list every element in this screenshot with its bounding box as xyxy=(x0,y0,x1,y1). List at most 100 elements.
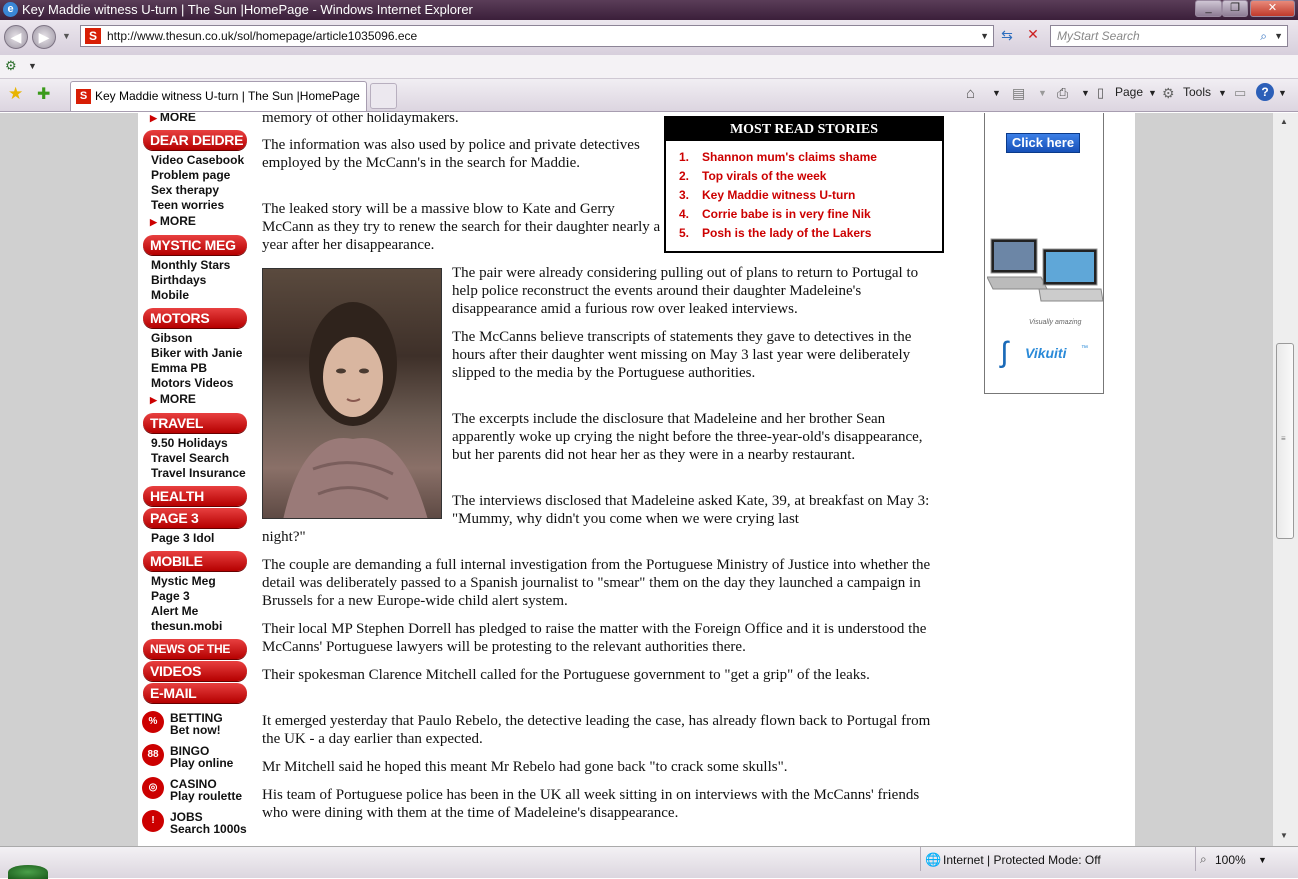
nav-link[interactable]: Alert Me xyxy=(151,604,198,618)
add-on-icon[interactable]: ⚙ xyxy=(5,58,17,74)
nav-section-news-of-the-world[interactable]: NEWS OF THE WORLD xyxy=(143,639,247,676)
print-dropdown-icon[interactable]: ▼ xyxy=(1081,88,1090,98)
nav-section-email-alerts[interactable]: E-MAIL ALERTS xyxy=(143,683,247,721)
page-menu[interactable]: Page xyxy=(1115,85,1143,99)
most-read-link[interactable]: Top virals of the week xyxy=(702,169,826,183)
most-read-link[interactable]: Key Maddie witness U-turn xyxy=(702,188,855,202)
article-paragraph: The interviews disclosed that Madeleine … xyxy=(452,493,930,527)
nav-link[interactable]: Page 3 Idol xyxy=(151,531,214,545)
nav-link[interactable]: Sex therapy xyxy=(151,183,219,197)
stop-icon[interactable]: ✕ xyxy=(1022,26,1044,46)
tab-active[interactable]: S Key Maddie witness U-turn | The Sun |H… xyxy=(70,81,367,111)
help-icon[interactable]: ? xyxy=(1256,83,1274,101)
nav-link[interactable]: Video Casebook xyxy=(151,153,244,167)
nav-link[interactable]: Teen worries xyxy=(151,198,224,212)
article-paragraph: The McCanns believe transcripts of state… xyxy=(452,329,912,381)
search-dropdown-icon[interactable]: ▼ xyxy=(1274,26,1283,46)
refresh-icon[interactable]: ⇆ xyxy=(996,27,1018,47)
bingo-icon[interactable]: 88 xyxy=(142,744,164,766)
article-paragraph: The excerpts include the disclosure that… xyxy=(452,411,923,463)
address-bar[interactable]: S http://www.thesun.co.uk/sol/homepage/a… xyxy=(80,25,994,47)
most-read-link[interactable]: Corrie babe is in very fine Nik xyxy=(702,207,871,221)
tab-bar: ★ ✚ S Key Maddie witness U-turn | The Su… xyxy=(0,79,1298,112)
scroll-up-icon[interactable]: ▲ xyxy=(1280,117,1288,126)
nav-link[interactable]: 9.50 Holidays xyxy=(151,436,228,450)
research-icon[interactable]: ▭ xyxy=(1234,85,1246,101)
nav-link[interactable]: Motors Videos xyxy=(151,376,233,390)
nav-link[interactable]: Travel Search xyxy=(151,451,229,465)
article-paragraph: The couple are demanding a full internal… xyxy=(262,557,931,609)
zoom-dropdown-icon[interactable]: ▼ xyxy=(1258,855,1267,865)
add-on-dropdown-icon[interactable]: ▼ xyxy=(28,61,37,71)
nav-section-travel[interactable]: TRAVEL xyxy=(143,413,247,433)
feeds-dropdown-icon[interactable]: ▼ xyxy=(1038,88,1047,98)
betting-icon[interactable]: % xyxy=(142,711,164,733)
nav-section-videos[interactable]: VIDEOS xyxy=(143,661,247,681)
nav-link[interactable]: Emma PB xyxy=(151,361,207,375)
zoom-icon: ⌕ xyxy=(1200,852,1207,866)
window-title: Key Maddie witness U-turn | The Sun |Hom… xyxy=(22,2,473,17)
jobs-icon[interactable]: ! xyxy=(142,810,164,832)
tools-dropdown-icon[interactable]: ▼ xyxy=(1218,88,1227,98)
recent-pages-icon[interactable]: ▼ xyxy=(62,31,71,41)
home-icon[interactable]: ⌂ xyxy=(966,85,975,102)
page-dropdown-icon[interactable]: ▼ xyxy=(1148,88,1157,98)
address-url: http://www.thesun.co.uk/sol/homepage/art… xyxy=(107,29,418,43)
minimize-button[interactable]: _ xyxy=(1195,0,1222,17)
nav-section-health[interactable]: HEALTH xyxy=(143,486,247,506)
help-dropdown-icon[interactable]: ▼ xyxy=(1278,88,1287,98)
scroll-down-icon[interactable]: ▼ xyxy=(1280,831,1288,840)
print-icon[interactable]: ⎙ xyxy=(1057,85,1068,102)
nav-more-link[interactable]: ▶ MORE xyxy=(150,214,196,228)
back-button[interactable]: ◀ xyxy=(4,25,28,49)
nav-link[interactable]: Biker with Janie xyxy=(151,346,242,360)
forward-button[interactable]: ▶ xyxy=(32,25,56,49)
nav-link[interactable]: Mystic Meg xyxy=(151,574,216,588)
nav-link[interactable]: Gibson xyxy=(151,331,192,345)
nav-link[interactable]: Mobile xyxy=(151,288,189,302)
home-dropdown-icon[interactable]: ▼ xyxy=(992,88,1001,98)
nav-more-link[interactable]: ▶ MORE xyxy=(150,392,196,406)
nav-link[interactable]: thesun.mobi xyxy=(151,619,222,633)
tools-menu[interactable]: Tools xyxy=(1183,85,1211,99)
promo-subtitle[interactable]: Play online xyxy=(170,756,233,770)
article-paragraph: His team of Portuguese police has been i… xyxy=(262,787,920,821)
promo-subtitle[interactable]: Play roulette xyxy=(170,789,242,803)
security-zone[interactable]: Internet | Protected Mode: Off xyxy=(943,853,1101,867)
most-read-link[interactable]: Shannon mum's claims shame xyxy=(702,150,877,164)
casino-icon[interactable]: ◎ xyxy=(142,777,164,799)
advertisement[interactable]: Click here Visually amazing ʃ Vikuiti ™ xyxy=(984,113,1104,394)
nav-section-mystic-meg[interactable]: MYSTIC MEG xyxy=(143,235,247,255)
new-tab-button[interactable] xyxy=(370,83,397,109)
nav-link[interactable]: Birthdays xyxy=(151,273,206,287)
nav-more-link[interactable]: ▶ MORE xyxy=(150,113,196,124)
search-icon[interactable]: ⌕ xyxy=(1260,26,1267,46)
nav-link[interactable]: Problem page xyxy=(151,168,230,182)
promo-subtitle[interactable]: Bet now! xyxy=(170,723,221,737)
close-button[interactable]: ✕ xyxy=(1250,0,1295,17)
maximize-button[interactable]: ❐ xyxy=(1222,0,1248,17)
search-input[interactable]: MyStart Search ⌕ ▼ xyxy=(1050,25,1288,47)
start-orb-icon[interactable] xyxy=(8,865,48,879)
nav-link[interactable]: Monthly Stars xyxy=(151,258,230,272)
laptops-image xyxy=(987,238,1103,302)
vertical-scrollbar[interactable]: ▲ ≡ ▼ xyxy=(1272,113,1298,846)
article-paragraph: Their local MP Stephen Dorrell has pledg… xyxy=(262,621,927,655)
nav-section-dear-deidre[interactable]: DEAR DEIDRE xyxy=(143,130,247,150)
ad-click-here-button[interactable]: Click here xyxy=(1006,133,1080,153)
zoom-level[interactable]: 100% xyxy=(1215,853,1246,867)
favorites-star-icon[interactable]: ★ xyxy=(8,84,23,104)
article-paragraph: The pair were already considering pullin… xyxy=(452,265,919,317)
nav-section-motors[interactable]: MOTORS xyxy=(143,308,247,328)
nav-link[interactable]: Travel Insurance xyxy=(151,466,246,480)
most-read-link[interactable]: Posh is the lady of the Lakers xyxy=(702,226,871,240)
promo-subtitle[interactable]: Search 1000s xyxy=(170,822,247,836)
nav-link[interactable]: Page 3 xyxy=(151,589,190,603)
nav-section-mobile[interactable]: MOBILE xyxy=(143,551,247,571)
address-dropdown-icon[interactable]: ▼ xyxy=(980,26,989,46)
add-favorite-icon[interactable]: ✚ xyxy=(37,84,50,104)
scrollbar-thumb[interactable]: ≡ xyxy=(1276,343,1294,539)
search-placeholder: MyStart Search xyxy=(1057,29,1140,43)
feeds-icon[interactable]: ▤ xyxy=(1012,85,1025,102)
nav-section-page3[interactable]: PAGE 3 xyxy=(143,508,247,528)
